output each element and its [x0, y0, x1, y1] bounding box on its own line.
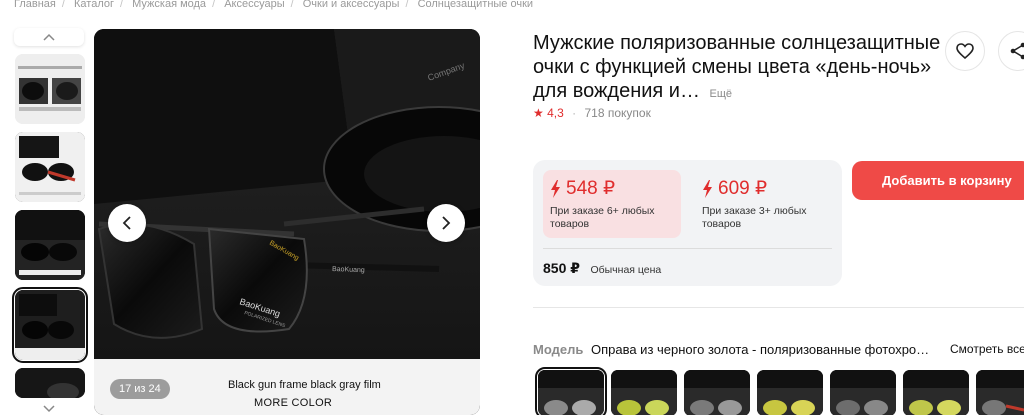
share-icon: [1010, 42, 1024, 60]
variant-1-active[interactable]: [535, 367, 607, 415]
dot-separator: ·: [572, 106, 577, 120]
variant-7[interactable]: [976, 370, 1024, 415]
model-value: Оправа из черного золота - поляризованны…: [590, 342, 930, 357]
chevron-left-icon: [122, 216, 131, 230]
next-image-button[interactable]: [427, 204, 465, 242]
favorite-button[interactable]: [945, 31, 985, 71]
sunglasses-photo: Company BaoKuang BaoKuang POLARIZED LENS…: [94, 29, 480, 415]
title-more-link[interactable]: Ещё: [710, 88, 733, 100]
price-tier-6plus[interactable]: 548 ₽ При заказе 6+ любых товаров: [543, 170, 681, 238]
breadcrumb-mens-fashion[interactable]: Мужская мода: [132, 0, 206, 10]
image-caption-more-color: MORE COLOR: [254, 397, 333, 409]
chevron-up-icon: [43, 33, 55, 41]
chevron-down-icon: [43, 405, 55, 413]
heart-icon: [956, 43, 974, 59]
temple-text: BaoKuang: [332, 266, 365, 274]
thumbnails-down-button[interactable]: [14, 400, 84, 415]
rating-value: 4,3: [547, 106, 564, 120]
breadcrumb: Главная / Каталог / Мужская мода / Аксессуа…: [14, 0, 534, 10]
variant-3[interactable]: [684, 370, 750, 415]
tier2-price: 609 ₽: [718, 178, 768, 199]
breadcrumb-glasses-accessories[interactable]: Очки и аксессуары: [303, 0, 400, 10]
tier2-condition: При заказе 3+ любых товаров: [702, 205, 807, 230]
thumbnails-up-button[interactable]: [14, 28, 84, 46]
chevron-right-icon: [442, 216, 451, 230]
regular-price: 850 ₽: [543, 260, 580, 276]
thumbnail-2[interactable]: [15, 132, 85, 202]
purchase-count: 718 покупок: [584, 106, 651, 120]
image-counter: 17 из 24: [110, 379, 170, 399]
regular-price-label: Обычная цена: [590, 264, 662, 276]
product-title-text: Мужские поляризованные солнцезащитные оч…: [533, 32, 941, 102]
lightning-icon: [551, 180, 560, 198]
thumbnail-1[interactable]: [15, 54, 85, 124]
product-title: Мужские поляризованные солнцезащитные оч…: [533, 31, 943, 106]
lightning-icon: [703, 180, 712, 198]
prev-image-button[interactable]: [108, 204, 146, 242]
regular-price-row: 850 ₽ Обычная цена: [543, 260, 661, 278]
variant-6[interactable]: [903, 370, 969, 415]
breadcrumb-catalog[interactable]: Каталог: [74, 0, 114, 10]
see-all-link[interactable]: Смотреть все: [950, 342, 1024, 356]
breadcrumb-home[interactable]: Главная: [14, 0, 56, 10]
thumbnail-3[interactable]: [15, 210, 85, 280]
thumbnail-rail: [12, 28, 88, 415]
share-button[interactable]: [998, 31, 1024, 71]
model-selector-label: Модель Оправа из черного золота - поляри…: [533, 342, 929, 357]
main-product-image: Company BaoKuang BaoKuang POLARIZED LENS…: [94, 29, 480, 415]
variant-4[interactable]: [757, 370, 823, 415]
variant-5[interactable]: [830, 370, 896, 415]
breadcrumb-sunglasses[interactable]: Солнцезащитные очки: [418, 0, 533, 10]
price-tier-3plus[interactable]: 609 ₽ При заказе 3+ любых товаров: [695, 170, 833, 238]
tier1-condition: При заказе 6+ любых товаров: [550, 205, 655, 230]
price-divider: [543, 248, 832, 249]
thumbnail-5[interactable]: [15, 368, 85, 398]
section-divider: [533, 307, 1024, 308]
price-box: 548 ₽ При заказе 6+ любых товаров 609 ₽ …: [533, 160, 842, 286]
image-caption-title: Black gun frame black gray film: [228, 379, 381, 391]
breadcrumb-accessories[interactable]: Аксессуары: [224, 0, 284, 10]
tier1-price: 548 ₽: [566, 178, 616, 199]
variant-2[interactable]: [611, 370, 677, 415]
model-key: Модель: [533, 342, 584, 357]
thumbnail-4-active[interactable]: [12, 287, 88, 363]
add-to-cart-button[interactable]: Добавить в корзину: [852, 161, 1024, 200]
rating-summary[interactable]: ★ 4,3 · 718 покупок: [533, 106, 651, 120]
star-icon: ★: [533, 106, 544, 120]
